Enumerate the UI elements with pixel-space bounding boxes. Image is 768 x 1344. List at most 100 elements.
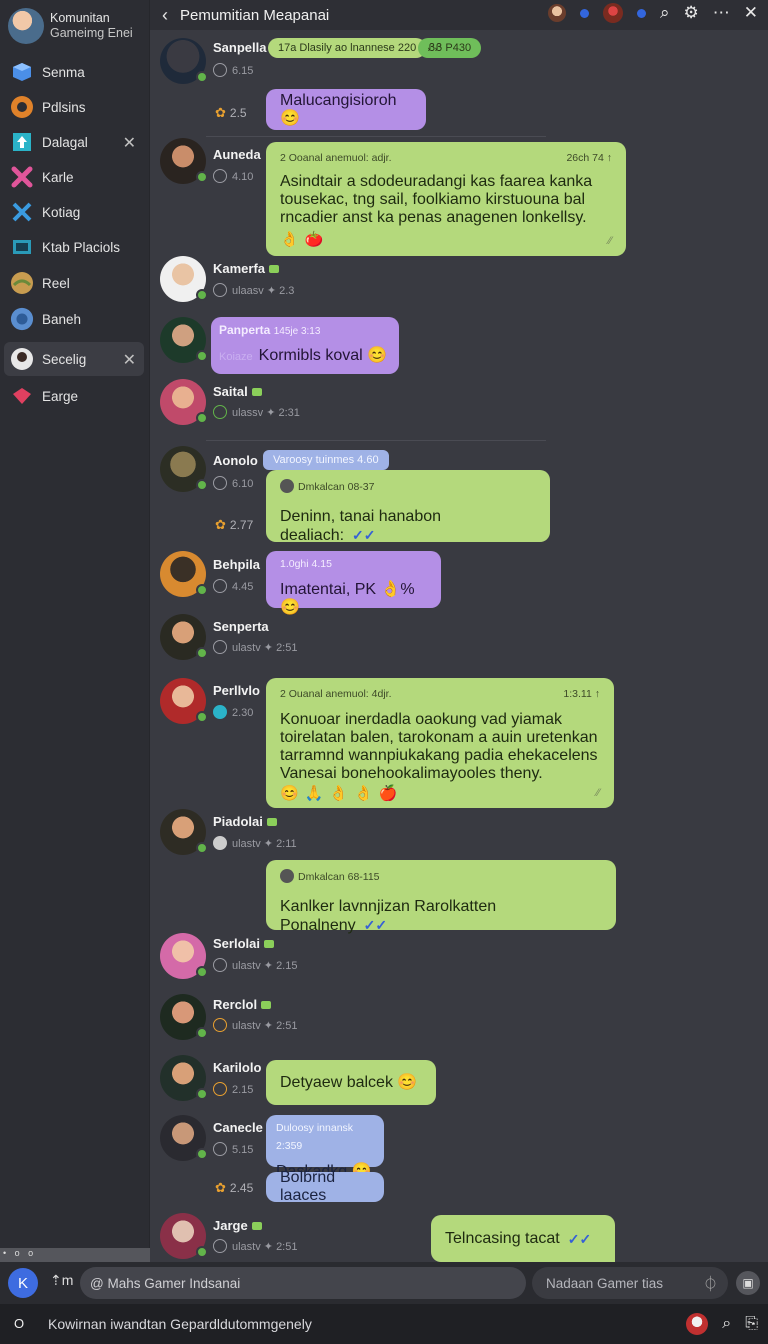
reaction[interactable]: ✿ 2.45 xyxy=(215,1180,253,1196)
reply-pill[interactable]: Varoosy tuinmes 4.60 xyxy=(263,450,389,470)
flag-icon xyxy=(261,1001,272,1009)
username[interactable]: Canecle xyxy=(213,1120,263,1135)
status-bar: O Kowirnan iwandtan Gepardldutommgenely … xyxy=(0,1304,768,1344)
username[interactable]: Sanpella xyxy=(213,40,266,55)
message-bubble[interactable]: Telncasing tacat ✓✓ xyxy=(431,1215,615,1262)
participant-avatar[interactable] xyxy=(602,3,623,23)
username[interactable]: Karilolo xyxy=(213,1060,261,1075)
sidebar-header[interactable]: Komunitan Gameimg Enei xyxy=(0,0,149,52)
gear-icon[interactable]: ⚙ xyxy=(684,3,699,23)
message-header: 2 Ooanal anemuol: adjr. 26ch 74 ↑ xyxy=(280,152,612,164)
username[interactable]: Auneda xyxy=(213,147,261,162)
mic-icon[interactable]: ⏀ xyxy=(703,1273,718,1294)
username[interactable]: Senperta xyxy=(213,619,269,634)
message-bubble[interactable]: Panperta 145je 3:13 Koiaze Kormibls koval… xyxy=(211,317,399,374)
message-bubble[interactable]: 2 Ouanal anemuol: 4djr. 1:3.11 ↑ Konuoar … xyxy=(266,678,614,808)
clock-icon xyxy=(213,1018,227,1032)
close-icon[interactable]: ✕ xyxy=(744,3,758,23)
online-dot-icon xyxy=(636,8,646,18)
message-bubble[interactable]: Malucangisioroh 😊 xyxy=(266,89,426,130)
username[interactable]: Piadolai xyxy=(213,814,277,829)
user-avatar[interactable] xyxy=(160,317,208,363)
reaction[interactable]: ✿ 2.77 xyxy=(215,517,253,533)
message-bubble[interactable]: Dmkalcan 68-115 Kanlker lavnnjizan Rarol… xyxy=(266,860,616,934)
user-avatar[interactable] xyxy=(160,1055,208,1101)
message-bubble[interactable]: Bolbrnd laaces xyxy=(266,1169,384,1204)
secondary-input[interactable]: Nadaan Gamer tias ⏀ xyxy=(532,1267,728,1299)
close-icon[interactable]: ✕ xyxy=(123,350,136,370)
sidebar-item-pdlsins[interactable]: Pdlsins xyxy=(4,90,144,124)
composer-bar: K ⇡m @ Mahs Gamer Indsanai Nadaan Gamer … xyxy=(0,1262,768,1304)
user-avatar[interactable] xyxy=(160,678,208,724)
username[interactable]: Behpila xyxy=(213,557,260,572)
participant-avatar[interactable] xyxy=(547,4,566,22)
sidebar-item-secelig[interactable]: Secelig ✕ xyxy=(4,342,144,376)
user-avatar[interactable] xyxy=(686,1313,709,1335)
clock-icon xyxy=(213,169,227,183)
user-avatar[interactable] xyxy=(160,256,208,302)
message-list[interactable]: Sanpella 6.15 17a Dlasily ao lnannese 22… xyxy=(150,30,768,1262)
close-icon[interactable]: ✕ xyxy=(123,133,136,153)
status-pill[interactable]: 17a Dlasily ao lnannese 220 xyxy=(268,38,427,58)
flag-icon xyxy=(266,818,277,826)
online-status-icon xyxy=(196,1027,208,1039)
upload-icon xyxy=(10,130,34,154)
sidebar-item-ktab-placiols[interactable]: Ktab Placiols xyxy=(4,230,144,264)
message-bubble[interactable]: Duloosy innansk 2:359 Daskadkg 😊 xyxy=(266,1115,384,1180)
globe-icon xyxy=(10,307,34,331)
sidebar-item-dalagal[interactable]: Dalagal ✕ xyxy=(4,125,144,159)
status-circle-icon[interactable]: O xyxy=(14,1316,24,1331)
username[interactable]: Rerclol xyxy=(213,997,272,1012)
bot-icon[interactable]: ▣ xyxy=(736,1271,760,1295)
message-meta: ulastv ✦ 2:11 xyxy=(213,836,297,850)
user-avatar[interactable] xyxy=(160,379,208,425)
username[interactable]: Kamerfa xyxy=(213,261,280,276)
sidebar-item-label: Pdlsins xyxy=(42,99,86,115)
sidebar-item-earge[interactable]: Earge xyxy=(4,379,144,413)
back-button[interactable]: ‹ xyxy=(150,5,180,26)
online-status-icon xyxy=(196,1246,208,1258)
username[interactable]: Jarge xyxy=(213,1218,262,1233)
sidebar-item-senma[interactable]: Senma xyxy=(4,55,144,89)
user-avatar[interactable] xyxy=(160,614,208,660)
user-avatar[interactable] xyxy=(160,138,208,184)
message-text: Deninn, tanai hanabon dealiach: ✓✓ xyxy=(280,508,442,544)
message-bubble[interactable]: Detyaew balcek 😊 xyxy=(266,1060,436,1105)
username[interactable]: Serlolai xyxy=(213,936,274,951)
sidebar-item-reel[interactable]: Reel xyxy=(4,266,144,300)
flag-icon xyxy=(269,265,280,273)
sidebar-pager-dots[interactable]: • o o xyxy=(0,1248,150,1262)
message-input[interactable]: @ Mahs Gamer Indsanai xyxy=(80,1267,526,1299)
gear-icon xyxy=(10,95,34,119)
user-avatar[interactable] xyxy=(160,38,208,84)
x-icon xyxy=(10,200,34,224)
community-avatar[interactable] xyxy=(8,8,44,44)
search-icon[interactable]: ⌕ xyxy=(722,1315,731,1333)
message-bubble[interactable]: 1.0ghi 4.15 Imatentai, PK 👌%😊 xyxy=(266,551,441,616)
message-bubble[interactable]: 2 Ooanal anemuol: adjr. 26ch 74 ↑ Asindta… xyxy=(266,142,626,256)
reaction[interactable]: ✿ 2.5 xyxy=(215,105,247,121)
grid-icon[interactable]: ⋯ xyxy=(713,3,730,23)
username[interactable]: Aonolo xyxy=(213,453,258,468)
user-avatar[interactable] xyxy=(160,1115,208,1161)
status-pill[interactable]: ᏰᏰ P430 xyxy=(418,38,482,58)
message-bubble[interactable]: Dmkalcan 08-37 Deninn, tanai hanabon dea… xyxy=(266,470,550,544)
username[interactable]: Saital xyxy=(213,384,262,399)
profile-button[interactable]: K xyxy=(8,1268,38,1298)
online-dot-icon xyxy=(579,8,589,18)
sidebar-item-baneh[interactable]: Baneh xyxy=(4,302,144,336)
user-avatar[interactable] xyxy=(160,551,208,597)
user-avatar[interactable] xyxy=(160,1213,208,1259)
username[interactable]: Perllvlo xyxy=(213,683,260,698)
search-icon[interactable]: ⌕ xyxy=(660,3,670,23)
upload-icon[interactable]: ⇡m xyxy=(50,1272,73,1289)
user-avatar[interactable] xyxy=(160,809,208,855)
flag-icon xyxy=(251,388,262,396)
online-status-icon xyxy=(196,647,208,659)
sidebar-item-kotiag[interactable]: Kotiag xyxy=(4,195,144,229)
user-avatar[interactable] xyxy=(160,933,208,979)
user-avatar[interactable] xyxy=(160,994,208,1040)
user-avatar[interactable] xyxy=(160,446,208,492)
sidebar-item-karle[interactable]: Karle xyxy=(4,160,144,194)
share-icon[interactable]: ⎘ xyxy=(745,1315,758,1333)
